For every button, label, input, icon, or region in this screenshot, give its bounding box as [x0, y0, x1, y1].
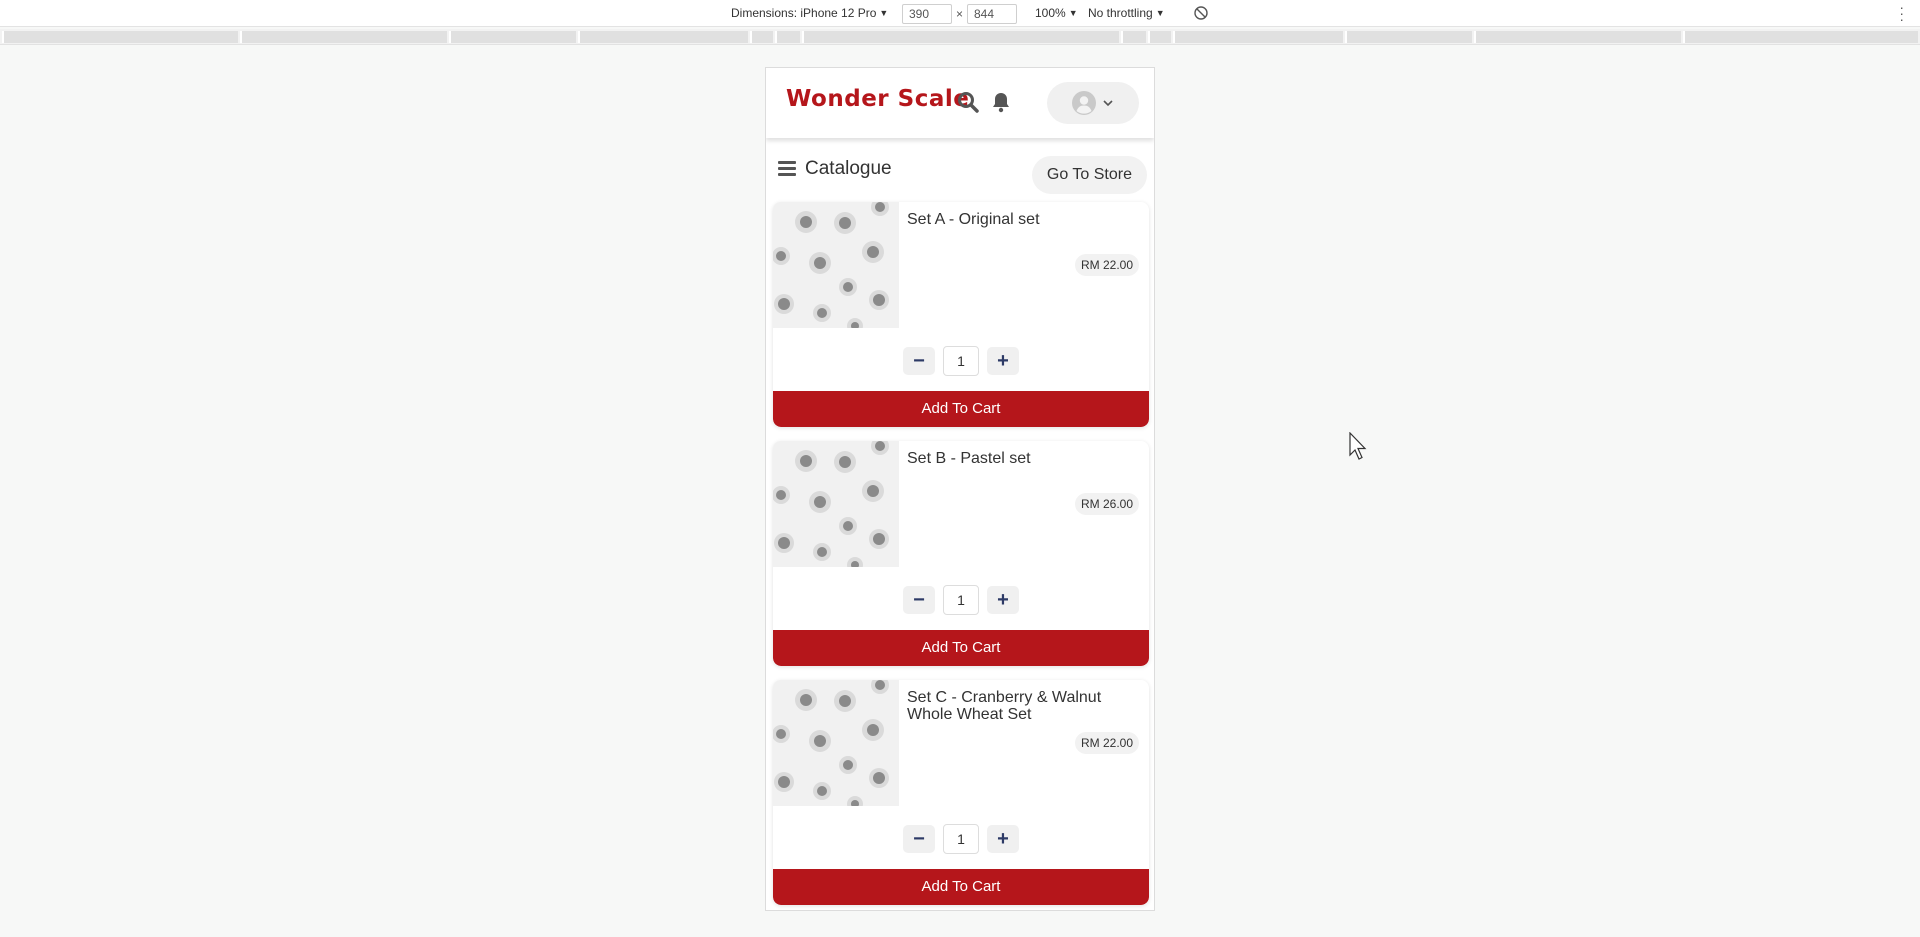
ruler-segment[interactable]: [1474, 31, 1681, 43]
hamburger-menu-icon[interactable]: [778, 161, 796, 177]
dimension-times: ×: [956, 7, 964, 21]
throttling-label: No throttling: [1088, 6, 1153, 20]
dropdown-arrow-icon: ▼: [879, 8, 889, 18]
media-query-ruler: [0, 29, 1920, 45]
brand-logo[interactable]: Wonder Scale: [786, 86, 969, 112]
ruler-segment[interactable]: [1683, 31, 1918, 43]
product-card: Set A - Original set RM 22.00 − 1 + Add …: [773, 202, 1149, 427]
ruler-segment[interactable]: [2, 31, 238, 43]
product-card: Set C - Cranberry & Walnut Whole Wheat S…: [773, 680, 1149, 905]
product-image-placeholder: [773, 441, 899, 567]
ruler-segment[interactable]: [1173, 31, 1343, 43]
product-card: Set B - Pastel set RM 26.00 − 1 + Add To…: [773, 441, 1149, 666]
zoom-select[interactable]: 100% ▼: [1035, 6, 1078, 20]
decrease-quantity-button[interactable]: −: [903, 586, 935, 614]
ruler-segment[interactable]: [802, 31, 1119, 43]
ruler-segment[interactable]: [1121, 31, 1146, 43]
user-menu-button[interactable]: [1047, 82, 1139, 124]
ruler-segment[interactable]: [240, 31, 447, 43]
more-vertical-icon[interactable]: · · ·: [1899, 0, 1904, 26]
device-dimensions-select[interactable]: Dimensions: iPhone 12 Pro ▼: [731, 6, 888, 20]
ruler-segment[interactable]: [750, 31, 773, 43]
devtools-device-toolbar: Dimensions: iPhone 12 Pro ▼ × 100% ▼ No …: [0, 0, 1920, 27]
product-name[interactable]: Set A - Original set: [907, 211, 1137, 228]
app-header: Wonder Scale: [766, 68, 1154, 138]
ruler-segment[interactable]: [578, 31, 748, 43]
ruler-segment[interactable]: [1148, 31, 1171, 43]
ruler-segment[interactable]: [775, 31, 800, 43]
page-title: Catalogue: [805, 158, 892, 179]
catalogue-bar: Catalogue Go To Store: [766, 138, 1154, 202]
add-to-cart-button[interactable]: Add To Cart: [773, 630, 1149, 666]
chevron-down-icon: [1103, 100, 1113, 107]
add-to-cart-button[interactable]: Add To Cart: [773, 869, 1149, 905]
product-image-placeholder: [773, 202, 899, 328]
product-image-placeholder: [773, 680, 899, 806]
product-price: RM 26.00: [1074, 493, 1139, 515]
product-name[interactable]: Set C - Cranberry & Walnut Whole Wheat S…: [907, 689, 1137, 723]
product-price: RM 22.00: [1074, 732, 1139, 754]
quantity-input[interactable]: 1: [943, 585, 979, 615]
product-name[interactable]: Set B - Pastel set: [907, 450, 1137, 467]
add-to-cart-button[interactable]: Add To Cart: [773, 391, 1149, 427]
quantity-stepper: − 1 +: [773, 824, 1149, 854]
search-icon[interactable]: [956, 90, 980, 114]
product-list: Set A - Original set RM 22.00 − 1 + Add …: [773, 202, 1149, 910]
ruler-segment[interactable]: [1345, 31, 1472, 43]
increase-quantity-button[interactable]: +: [987, 825, 1019, 853]
zoom-label: 100%: [1035, 6, 1066, 20]
device-dimensions-label: Dimensions: iPhone 12 Pro: [731, 6, 877, 20]
ruler-segment[interactable]: [449, 31, 576, 43]
quantity-input[interactable]: 1: [943, 346, 979, 376]
increase-quantity-button[interactable]: +: [987, 586, 1019, 614]
decrease-quantity-button[interactable]: −: [903, 825, 935, 853]
product-price: RM 22.00: [1074, 254, 1139, 276]
decrease-quantity-button[interactable]: −: [903, 347, 935, 375]
device-height-input[interactable]: [967, 4, 1017, 24]
quantity-input[interactable]: 1: [943, 824, 979, 854]
user-avatar-icon: [1072, 91, 1096, 115]
mouse-cursor-icon: [1349, 432, 1367, 460]
throttling-select[interactable]: No throttling ▼: [1088, 6, 1165, 20]
go-to-store-button[interactable]: Go To Store: [1031, 156, 1147, 194]
device-width-input[interactable]: [902, 4, 952, 24]
dropdown-arrow-icon: ▼: [1068, 8, 1078, 18]
quantity-stepper: − 1 +: [773, 346, 1149, 376]
rotate-icon[interactable]: [1193, 5, 1209, 21]
device-viewport: Wonder Scale Catalogue Go To Store Set A…: [765, 67, 1155, 911]
increase-quantity-button[interactable]: +: [987, 347, 1019, 375]
bell-icon[interactable]: [989, 90, 1013, 114]
dropdown-arrow-icon: ▼: [1155, 8, 1165, 18]
quantity-stepper: − 1 +: [773, 585, 1149, 615]
